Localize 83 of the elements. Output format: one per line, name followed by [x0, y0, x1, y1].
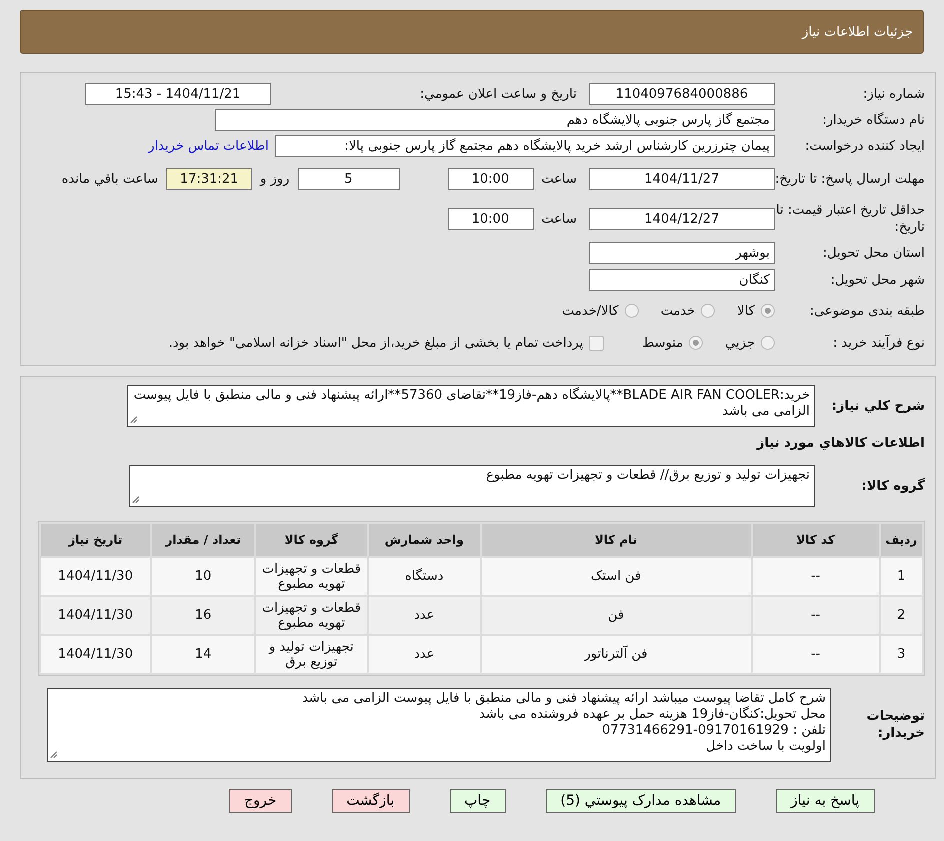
description-textarea[interactable]: خرید:BLADE AIR FAN COOLER**پالایشگاه دهم-فاز19**تقاضای 57360**ارائه پیشنهاد فنی و مالی منطبق با فایل پیوست الزامی می باشد	[127, 385, 815, 427]
buyer-contact-link[interactable]: اطلاعات تماس خریدار	[148, 138, 269, 154]
radio-button[interactable]	[761, 336, 775, 350]
radio-button[interactable]	[761, 304, 775, 318]
field-label: مهلت ارسال پاسخ: تا تاریخ:	[775, 170, 925, 188]
table-cell: --	[752, 558, 880, 595]
table-cell: 1404/11/30	[41, 597, 150, 634]
radio-label: کالا	[737, 304, 755, 318]
buyer-notes-textarea[interactable]: شرح کامل تقاضا پیوست میباشد ارائه پیشنهاد فنی و مالی منطبق با فایل پیوست الزامی می باشد محل تحویل:کنگان-فاز19 هزینه حمل بر عهده فروشنده می باشد تلفن : 09170161929-07731466291 اولویت با ساخت داخل	[47, 688, 831, 762]
radio-label: متوسط	[642, 336, 684, 350]
table-cell: 1	[881, 558, 922, 595]
action-button[interactable]: مشاهده مدارک پیوستي (5)	[546, 789, 736, 813]
radio-button[interactable]	[701, 304, 716, 318]
field-label: نام دستگاه خریدار:	[822, 112, 925, 128]
table-cell: دستگاه	[368, 558, 480, 595]
column-header: رديف	[881, 524, 922, 556]
resize-grip-icon[interactable]	[50, 751, 58, 759]
province-field[interactable]: بوشهر	[589, 242, 775, 264]
field-label: طبقه بندی موضوعی:	[808, 302, 925, 320]
radio-button[interactable]	[689, 336, 704, 350]
table-cell: --	[752, 636, 880, 673]
action-button[interactable]: پاسخ به نیاز	[776, 789, 875, 813]
page-title: جزئیات اطلاعات نیاز	[802, 24, 913, 40]
requester-field[interactable]: پیمان چترزرین کارشناس ارشد خرید پالایشگاه دهم مجتمع گاز پارس جنوبی پالا:	[275, 135, 775, 157]
column-header: واحد شمارش	[368, 524, 480, 556]
radio-button[interactable]	[624, 304, 639, 318]
need-number-field[interactable]: 1104097684000886	[589, 83, 775, 105]
radio-label: جزيي	[725, 336, 755, 350]
table-cell: تجهیزات تولید و توزیع برق	[256, 636, 367, 673]
column-header: نام کالا	[482, 524, 751, 556]
goods-group-textarea[interactable]: تجهیزات تولید و توزیع برق// قطعات و تجهیزات تهویه مطبوع	[129, 465, 815, 507]
field-label: تاریخ و ساعت اعلان عمومي:	[419, 86, 577, 102]
radio-label: کالا/خدمت	[562, 304, 619, 318]
table-cell: 1404/11/30	[41, 558, 150, 595]
field-label: حداقل تاریخ اعتبار قیمت: تا تاریخ:	[775, 202, 925, 236]
column-header: گروه کالا	[256, 524, 367, 556]
remaining-label: ساعت باقي مانده	[62, 172, 158, 186]
field-label: گروه کالا:	[860, 478, 925, 494]
date-field[interactable]: 1404/11/27	[589, 168, 775, 190]
table-cell: فن آلترناتور	[482, 636, 751, 673]
table-cell: 1404/11/30	[41, 636, 150, 673]
table-cell: 14	[152, 636, 254, 673]
checkbox-label: پرداخت تمام یا بخشی از مبلغ خرید،از محل "اسناد خزانه اسلامی" خواهد بود.	[168, 336, 584, 350]
column-header: تاریخ نیاز	[41, 524, 150, 556]
time-label: ساعت	[542, 172, 577, 186]
column-header: کد کالا	[752, 524, 880, 556]
table-cell: 2	[881, 597, 922, 634]
field-label: توضیحات خریدار:	[866, 708, 925, 742]
table-cell: 10	[152, 558, 254, 595]
table-cell: قطعات و تجهیزات تهویه مطبوع	[256, 558, 367, 595]
table-cell: قطعات و تجهیزات تهویه مطبوع	[256, 597, 367, 634]
table-cell: عدد	[368, 597, 480, 634]
table-cell: --	[752, 597, 880, 634]
table-cell: 3	[881, 636, 922, 673]
resize-grip-icon[interactable]	[130, 416, 138, 424]
announce-date-field[interactable]: 1404/11/21 - 15:43	[85, 83, 271, 105]
buyer-org-field[interactable]: مجتمع گاز پارس جنوبی پالایشگاه دهم	[215, 109, 775, 131]
field-label: استان محل تحویل:	[822, 244, 925, 262]
field-label: ایجاد کننده درخواست:	[804, 138, 925, 154]
time-field[interactable]: 10:00	[448, 168, 534, 190]
table-cell: عدد	[368, 636, 480, 673]
radio-label: خدمت	[660, 304, 696, 318]
remaining-time-field[interactable]: 17:31:21	[166, 168, 252, 190]
days-field[interactable]: 5	[298, 168, 400, 190]
resize-grip-icon[interactable]	[132, 496, 140, 504]
action-button[interactable]: خروج	[229, 789, 292, 813]
date-field[interactable]: 1404/12/27	[589, 208, 775, 230]
column-header: تعداد / مقدار	[152, 524, 254, 556]
checkbox[interactable]	[589, 336, 604, 350]
field-label: شماره نیاز:	[862, 86, 925, 102]
days-label: روز و	[260, 172, 290, 186]
section-heading: اطلاعات كالاهاي مورد نياز	[757, 434, 925, 452]
table-cell: فن استک	[482, 558, 751, 595]
table-cell: 16	[152, 597, 254, 634]
table-cell: فن	[482, 597, 751, 634]
action-button[interactable]: بازگشت	[332, 789, 410, 813]
time-label: ساعت	[542, 212, 577, 226]
time-field[interactable]: 10:00	[448, 208, 534, 230]
field-label: شرح کلي نياز:	[830, 398, 925, 414]
field-label: نوع فرآیند خرید :	[832, 334, 925, 352]
action-button[interactable]: چاپ	[450, 789, 506, 813]
city-field[interactable]: کنگان	[589, 269, 775, 291]
field-label: شهر محل تحویل:	[830, 272, 925, 288]
